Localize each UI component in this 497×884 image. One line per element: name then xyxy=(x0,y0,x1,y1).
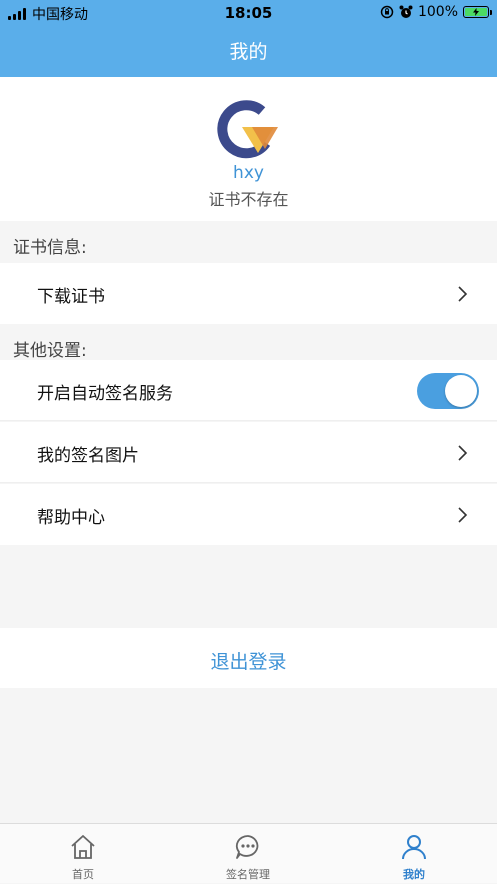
auto-sign-toggle[interactable] xyxy=(417,373,479,409)
profile-card: hxy 证书不存在 xyxy=(0,77,497,221)
toggle-knob xyxy=(445,375,477,407)
alarm-icon xyxy=(399,5,413,18)
user-icon xyxy=(402,835,426,860)
signature-images-row[interactable]: 我的签名图片 xyxy=(0,422,497,483)
header-bar: 中国移动 18:05 100% 我的 xyxy=(0,0,497,77)
row-divider xyxy=(0,482,497,483)
section-cert-info: 证书信息: xyxy=(13,238,87,258)
home-icon xyxy=(71,835,95,859)
battery-icon xyxy=(463,6,492,18)
chevron-right-icon xyxy=(458,507,468,523)
battery-percent: 100% xyxy=(417,4,458,20)
download-cert-row[interactable]: 下载证书 xyxy=(0,263,497,324)
cert-status-text: 证书不存在 xyxy=(208,190,289,209)
auto-sign-label: 开启自动签名服务 xyxy=(37,384,173,404)
username: hxy xyxy=(233,163,264,183)
tab-mine[interactable]: 我的 xyxy=(331,824,497,884)
row-divider xyxy=(0,420,497,421)
tab-signature-management[interactable]: 签名管理 xyxy=(165,824,331,884)
status-bar: 中国移动 18:05 100% xyxy=(0,0,497,26)
logout-button[interactable]: 退出登录 xyxy=(0,628,497,688)
page-title: 我的 xyxy=(229,41,268,63)
chevron-right-icon xyxy=(458,286,468,302)
auto-sign-row: 开启自动签名服务 xyxy=(0,360,497,421)
download-cert-label: 下载证书 xyxy=(37,287,105,307)
signature-images-label: 我的签名图片 xyxy=(37,446,139,466)
tab-bar: 首页 签名管理 我的 xyxy=(0,823,497,883)
charging-bolt-icon xyxy=(473,8,479,16)
chat-icon xyxy=(235,835,259,859)
app-logo xyxy=(217,100,278,159)
rotation-lock-icon xyxy=(380,5,394,19)
logout-label: 退出登录 xyxy=(210,651,287,673)
help-center-row[interactable]: 帮助中心 xyxy=(0,484,497,545)
tab-mine-label: 我的 xyxy=(403,868,425,881)
tab-home[interactable]: 首页 xyxy=(0,824,166,884)
tab-home-label: 首页 xyxy=(72,868,94,881)
chevron-right-icon xyxy=(458,445,468,461)
tab-signature-management-label: 签名管理 xyxy=(226,868,270,881)
status-right: 100% xyxy=(380,4,492,20)
help-center-label: 帮助中心 xyxy=(37,508,105,528)
section-other-settings: 其他设置: xyxy=(13,341,87,361)
